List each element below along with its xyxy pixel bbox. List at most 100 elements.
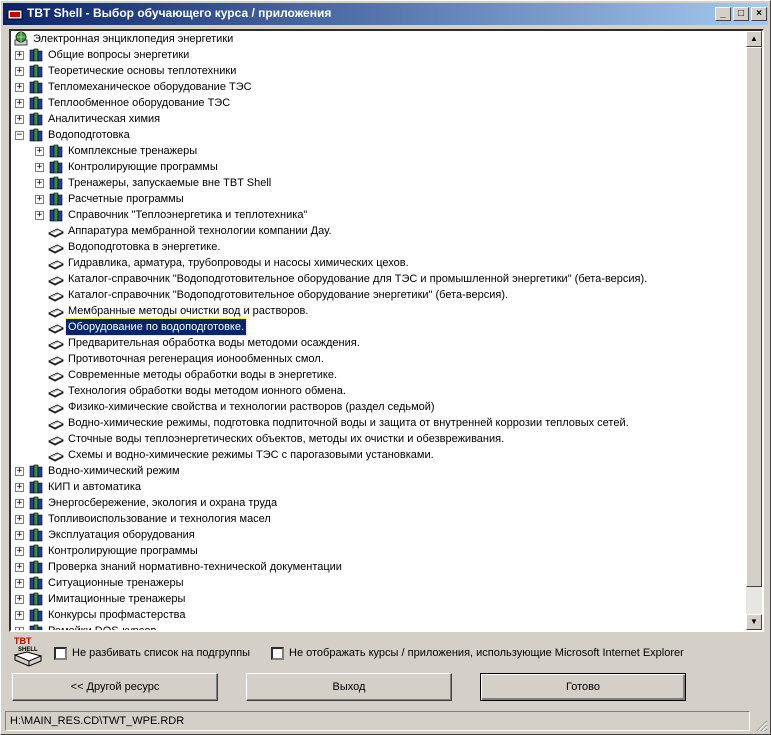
tree-content: Электронная энциклопедия энергетики + Общ…: [11, 31, 748, 630]
expand-icon[interactable]: +: [15, 579, 24, 588]
tree-scrollbar[interactable]: ▲ ▼: [746, 31, 762, 630]
open-book-icon: [48, 383, 64, 399]
tree-item-label: Энергосбережение, экология и охрана труд…: [48, 497, 278, 509]
scroll-down-button[interactable]: ▼: [746, 614, 762, 630]
minimize-button[interactable]: _: [715, 7, 731, 21]
tree-item-label: Аппаратура мембранной технологии компани…: [68, 225, 332, 237]
book-folder-icon: [28, 607, 44, 623]
expand-icon[interactable]: +: [15, 51, 24, 60]
book-folder-icon: [28, 111, 44, 127]
expand-icon[interactable]: +: [15, 531, 24, 540]
expand-icon[interactable]: +: [35, 179, 44, 188]
book-folder-icon: [48, 175, 64, 191]
open-book-icon: [48, 351, 64, 367]
open-book-icon: [48, 223, 64, 239]
tree-item-label: Ситуационные тренажеры: [48, 577, 184, 589]
book-folder-icon: [48, 207, 64, 223]
book-folder-icon: [28, 463, 44, 479]
tree-item-label: Противоточная регенерация ионообменных с…: [68, 353, 324, 365]
tree-item-label: Физико-химические свойства и технологии …: [68, 401, 435, 413]
expand-icon[interactable]: +: [35, 211, 44, 220]
book-folder-icon: [28, 47, 44, 63]
tbt-logo-icon: [7, 9, 23, 20]
svg-text:TBT: TBT: [14, 636, 32, 646]
tree-item-label: Комплексные тренажеры: [68, 145, 198, 157]
collapse-icon[interactable]: −: [15, 131, 24, 140]
tree-item-label: Топливоиспользование и технология масел: [48, 513, 271, 525]
tree-item-label: Тренажеры, запускаемые вне TBT Shell: [68, 177, 272, 189]
tree-root-label: Электронная энциклопедия энергетики: [33, 33, 234, 45]
resize-grip-icon[interactable]: [754, 718, 768, 732]
encyclopedia-globe-icon: [14, 31, 28, 46]
expand-icon[interactable]: +: [35, 163, 44, 172]
open-book-icon: [48, 431, 64, 447]
expand-icon[interactable]: +: [15, 547, 24, 556]
expand-icon[interactable]: +: [15, 595, 24, 604]
tree-item-label: Сточные воды теплоэнергетических объекто…: [68, 433, 505, 445]
tree-item-label: Эксплуатация оборудования: [48, 529, 195, 541]
tree-item-label: Контролирующие программы: [48, 545, 198, 557]
maximize-button[interactable]: □: [733, 7, 749, 21]
tree-item-label: Аналитическая химия: [48, 113, 161, 125]
expand-icon[interactable]: +: [15, 563, 24, 572]
expand-icon[interactable]: +: [15, 483, 24, 492]
tree-item-label: Тепломеханическое оборудование ТЭС: [48, 81, 252, 93]
book-folder-icon: [28, 591, 44, 607]
tbt-shell-logo: TBT SHELL: [13, 636, 43, 667]
other-resource-button[interactable]: << Другой ресурс: [12, 673, 218, 701]
tree-item-label: Имитационные тренажеры: [48, 593, 186, 605]
open-book-icon: [48, 287, 64, 303]
expand-icon[interactable]: +: [15, 611, 24, 620]
hide-ie-label: Не отображать курсы / приложения, исполь…: [289, 647, 684, 659]
open-book-icon: [48, 319, 64, 335]
expand-icon[interactable]: +: [15, 627, 24, 630]
book-folder-icon: [48, 143, 64, 159]
tree-item-label: Теплообменное оборудование ТЭС: [48, 97, 231, 109]
open-book-icon: [48, 399, 64, 415]
expand-icon[interactable]: +: [15, 83, 24, 92]
tree-item-label: Технология обработки воды методом ионног…: [68, 385, 346, 397]
hide-ie-checkbox[interactable]: [271, 647, 284, 660]
tree-item-label: Ремейки DOS-курсов: [46, 623, 158, 630]
done-button[interactable]: Готово: [480, 673, 686, 701]
expand-icon[interactable]: +: [15, 467, 24, 476]
scroll-up-button[interactable]: ▲: [746, 31, 762, 47]
open-book-icon: [48, 367, 64, 383]
tree-item-label: Водно-химические режимы, подготовка подп…: [68, 417, 629, 429]
expand-icon[interactable]: +: [15, 99, 24, 108]
book-folder-icon: [28, 479, 44, 495]
expand-icon[interactable]: +: [15, 115, 24, 124]
title-bar[interactable]: TBT Shell - Выбор обучающего курса / при…: [3, 3, 768, 25]
close-button[interactable]: ×: [751, 7, 767, 21]
expand-icon[interactable]: +: [15, 67, 24, 76]
expand-icon[interactable]: +: [15, 499, 24, 508]
status-path: H:\MAIN_RES.CD\TWT_WPE.RDR: [10, 715, 185, 727]
status-bar: H:\MAIN_RES.CD\TWT_WPE.RDR: [5, 711, 750, 731]
tree-item-label: Водно-химический режим: [48, 465, 180, 477]
book-folder-icon: [28, 543, 44, 559]
book-folder-icon: [28, 623, 44, 630]
book-folder-icon: [28, 95, 44, 111]
expand-icon[interactable]: +: [35, 147, 44, 156]
scroll-thumb[interactable]: [746, 47, 762, 587]
open-book-icon: [48, 255, 64, 271]
exit-button[interactable]: Выход: [246, 673, 452, 701]
expand-icon[interactable]: +: [35, 195, 44, 204]
window-title: TBT Shell - Выбор обучающего курса / при…: [27, 6, 332, 20]
open-book-icon: [48, 271, 64, 287]
tree-item-label: Каталог-справочник "Водоподготовительное…: [68, 289, 509, 301]
tree-item-label: Водоподготовка: [48, 129, 130, 141]
open-book-icon: [48, 447, 64, 463]
course-tree[interactable]: Электронная энциклопедия энергетики + Общ…: [9, 29, 764, 632]
book-folder-icon: [28, 527, 44, 543]
tree-item-label: Контролирующие программы: [68, 161, 218, 173]
book-folder-icon: [28, 127, 44, 143]
no-split-checkbox[interactable]: [54, 647, 67, 660]
tree-item-label: Гидравлика, арматура, трубопроводы и нас…: [68, 257, 409, 269]
book-folder-icon: [28, 495, 44, 511]
tree-item-label: Оборудование по водоподготовке.: [64, 318, 248, 336]
tree-item-label: Расчетные программы: [68, 193, 184, 205]
expand-icon[interactable]: +: [15, 515, 24, 524]
open-book-icon: [48, 239, 64, 255]
book-folder-icon: [28, 511, 44, 527]
